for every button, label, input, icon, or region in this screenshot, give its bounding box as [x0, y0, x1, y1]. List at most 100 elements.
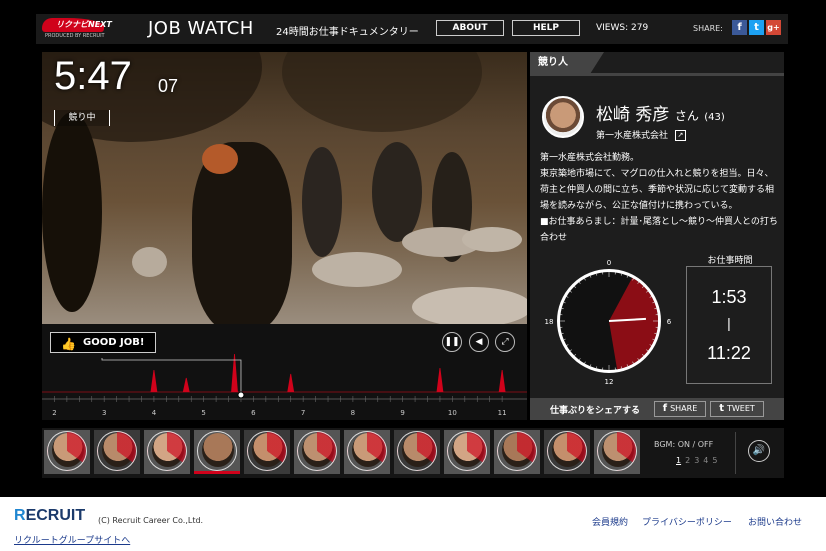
section-divider — [530, 73, 784, 76]
bgm-toggle[interactable]: BGM: ON / OFF — [654, 440, 713, 449]
bgm-track-pages: 12345 — [676, 456, 721, 465]
hour-tick-label: 4 — [152, 409, 157, 417]
activity-graph[interactable]: 2 3 4 5 6 7 8 9 10 11 — [42, 348, 527, 420]
hour-tick-label: 6 — [251, 409, 256, 417]
activity-spike — [498, 369, 506, 393]
worktime-ring — [197, 431, 237, 471]
bgm-page[interactable]: 2 — [685, 456, 690, 465]
external-link-icon[interactable]: ↗ — [674, 130, 686, 141]
dial-label: 6 — [667, 318, 672, 326]
work-start-time: 1:53 — [711, 287, 747, 307]
worktime-ring — [597, 431, 637, 471]
dial-label: 12 — [605, 378, 614, 386]
bio-line: 第一水産株式会社勤務。 — [540, 153, 640, 163]
work-time-title: お仕事時間 — [707, 256, 753, 266]
facebook-icon: f — [662, 403, 668, 414]
worker-thumbnail[interactable] — [244, 430, 290, 474]
logo-text: リクナビNEXT — [56, 20, 112, 29]
divider — [735, 432, 736, 474]
worktime-ring — [447, 431, 487, 471]
clock-display: 5:47 — [54, 54, 132, 98]
header: リクナビNEXT PRODUCED BY RECRUIT JOB WATCH 2… — [36, 14, 788, 44]
produced-by-text: PRODUCED BY RECRUIT — [45, 33, 105, 39]
good-job-button[interactable]: 👍 GOOD JOB! — [50, 332, 156, 353]
bgm-page[interactable]: 3 — [694, 456, 699, 465]
worker-thumbnail[interactable] — [594, 430, 640, 474]
pause-icon[interactable]: ❚❚ — [442, 332, 462, 352]
section-title: 競り人 — [530, 52, 604, 74]
tweet-button[interactable]: t TWEET — [710, 401, 764, 417]
work-clock-dial: 0 6 12 18 — [545, 259, 672, 386]
good-job-label: GOOD JOB! — [83, 337, 145, 348]
worktime-ring — [247, 431, 287, 471]
worktime-ring — [397, 431, 437, 471]
privacy-link[interactable]: プライバシーポリシー — [642, 515, 732, 528]
hour-tick-label: 9 — [400, 409, 404, 417]
company-name: 第一水産株式会社 — [596, 131, 669, 141]
share-work-label: 仕事ぶりをシェアする — [550, 406, 641, 416]
worktime-ring — [97, 431, 137, 471]
help-button[interactable]: HELP — [512, 20, 580, 36]
worker-thumbnail[interactable] — [44, 430, 90, 474]
activity-spike — [150, 369, 158, 393]
video-player[interactable]: 5:47 07 競り中 — [42, 52, 527, 324]
share-facebook-button[interactable]: f SHARE — [654, 401, 706, 417]
fullscreen-icon[interactable]: ⤢ — [495, 332, 515, 352]
status-tag: 競り中 — [54, 110, 110, 126]
bgm-page[interactable]: 1 — [676, 456, 681, 465]
work-time-box: 1:53 | 11:22 — [686, 266, 772, 384]
share-tw-label: TWEET — [726, 404, 755, 413]
views-counter: VIEWS: 279 — [596, 23, 649, 33]
thumbs-up-icon: 👍 — [61, 337, 76, 351]
person-name: 松崎 秀彦 さん (43) — [596, 100, 725, 125]
activity-spike — [287, 373, 295, 393]
share-fb-label: SHARE — [670, 404, 698, 413]
dial-label: 18 — [545, 318, 554, 326]
recruit-logo[interactable]: RECRUIT — [14, 507, 85, 525]
twitter-icon: t — [719, 403, 724, 414]
activity-spike — [436, 367, 444, 393]
group-site-link[interactable]: リクルートグループサイトへ — [14, 533, 130, 546]
bgm-page[interactable]: 5 — [712, 456, 717, 465]
worker-thumbnail[interactable] — [344, 430, 390, 474]
share-label: SHARE: — [693, 24, 723, 33]
site-title[interactable]: JOB WATCH — [148, 18, 254, 39]
avatar — [542, 96, 584, 138]
google-plus-icon[interactable]: g+ — [766, 20, 781, 35]
company: 第一水産株式会社 ↗ — [596, 128, 686, 141]
twitter-icon[interactable]: t — [749, 20, 764, 35]
bgm-page[interactable]: 4 — [703, 456, 708, 465]
recruit-logo-mark: R — [14, 507, 26, 524]
rewind-icon[interactable]: ◀ — [469, 332, 489, 352]
worker-thumbnail[interactable] — [144, 430, 190, 474]
about-button[interactable]: ABOUT — [436, 20, 504, 36]
worker-thumbnail[interactable] — [494, 430, 540, 474]
work-end-time: 11:22 — [707, 343, 751, 363]
worktime-ring — [347, 431, 387, 471]
name-suffix: さん — [674, 109, 699, 123]
worker-thumbnail[interactable] — [294, 430, 340, 474]
person-name-text: 松崎 秀彦 — [596, 105, 670, 125]
person-age: (43) — [704, 112, 725, 123]
hour-tick-label: 3 — [102, 409, 106, 417]
worker-thumbnail[interactable] — [394, 430, 440, 474]
worker-thumbnail[interactable] — [94, 430, 140, 474]
volume-icon[interactable]: 🔊 — [748, 440, 770, 462]
worker-thumbnail[interactable] — [194, 430, 240, 474]
rikunabi-next-logo[interactable]: リクナビNEXT PRODUCED BY RECRUIT — [42, 18, 132, 40]
job-watch-app: リクナビNEXT PRODUCED BY RECRUIT JOB WATCH 2… — [0, 0, 826, 497]
contact-link[interactable]: お問い合わせ — [748, 515, 802, 528]
worker-thumbnail[interactable] — [544, 430, 590, 474]
terms-link[interactable]: 会員規約 — [592, 515, 628, 528]
facebook-icon[interactable]: f — [732, 20, 747, 35]
footer: RECRUIT (C) Recruit Career Co.,Ltd. リクルー… — [0, 497, 826, 551]
work-time-separator: | — [727, 315, 731, 331]
hour-tick-label: 10 — [448, 409, 457, 417]
share-work-bar: 仕事ぶりをシェアする f SHARE t TWEET — [530, 398, 784, 420]
worker-thumbnail[interactable] — [444, 430, 490, 474]
bio-line: ■お仕事あらまし：計量･尾落とし～競り～仲買人との打ち合わせ — [540, 217, 778, 243]
hour-tick-label: 2 — [52, 409, 56, 417]
hour-tick-label: 11 — [498, 409, 507, 417]
activity-spike — [182, 377, 190, 393]
dial-label: 0 — [607, 259, 611, 267]
